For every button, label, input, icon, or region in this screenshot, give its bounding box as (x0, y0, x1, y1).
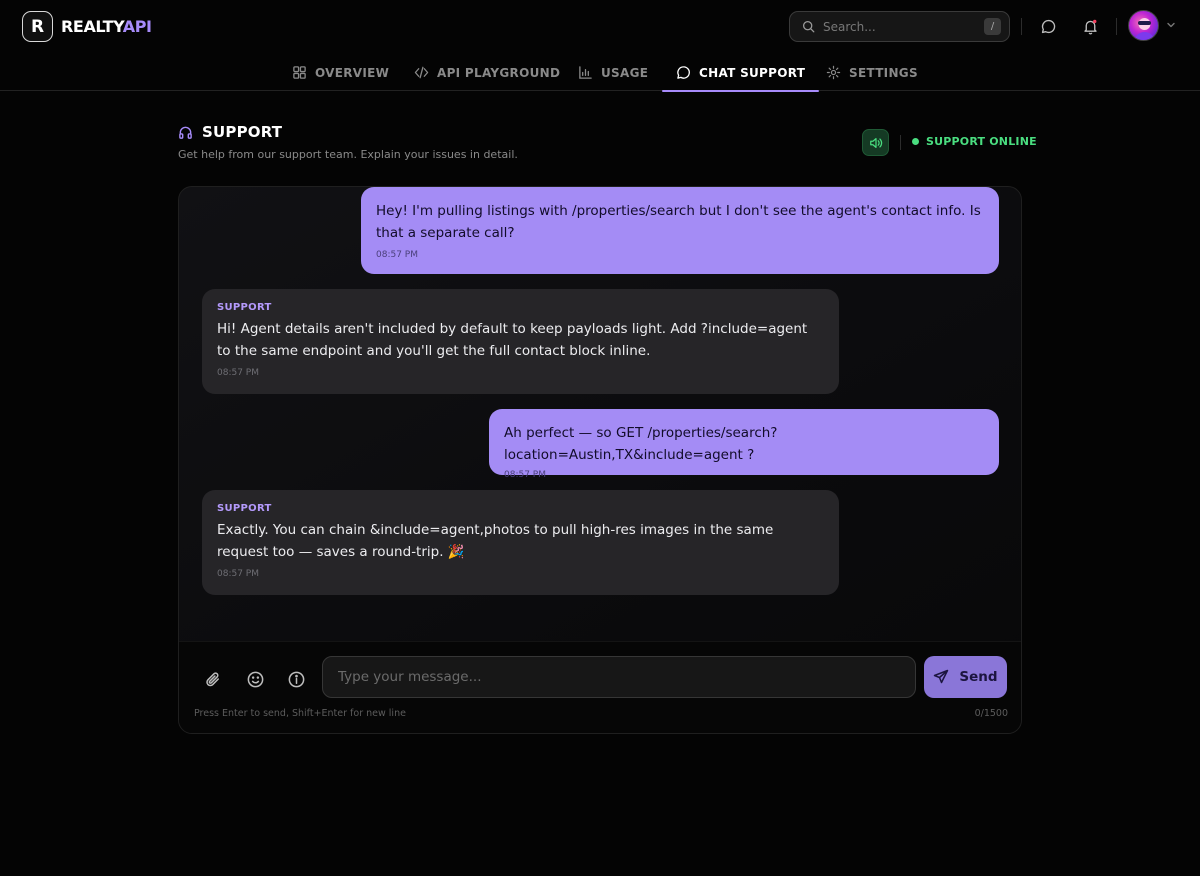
tab-settings[interactable]: SETTINGS (826, 54, 918, 91)
tab-api-playground[interactable]: API PLAYGROUND (414, 54, 560, 91)
support-status: SUPPORT ONLINE (912, 135, 1037, 148)
search-box[interactable]: / (789, 11, 1010, 42)
headphones-icon (179, 126, 192, 139)
support-message: SUPPORT Hi! Agent details aren't include… (202, 289, 839, 394)
info-icon (288, 671, 304, 687)
notifications-button[interactable] (1080, 16, 1100, 36)
chevron-down-icon[interactable] (1166, 20, 1176, 30)
message-time: 08:57 PM (376, 250, 418, 260)
paperclip-icon (205, 671, 219, 686)
tab-label: API PLAYGROUND (437, 65, 561, 80)
message-time: 08:57 PM (217, 368, 259, 378)
support-message: SUPPORT Exactly. You can chain &include=… (202, 490, 839, 595)
tab-label: OVERVIEW (315, 65, 390, 80)
page-title: SUPPORT (202, 123, 283, 141)
bell-icon (1083, 19, 1097, 34)
send-label: Send (959, 669, 998, 685)
tab-label: USAGE (601, 65, 649, 80)
attach-button[interactable] (202, 668, 224, 690)
brand-name-accent: API (122, 17, 152, 36)
user-message: Ah perfect — so GET /properties/search?l… (489, 409, 999, 480)
message-list[interactable]: Hey! I'm pulling listings with /properti… (179, 187, 1021, 641)
search-input[interactable] (823, 19, 984, 34)
chat-bubble-icon (677, 66, 690, 79)
main-tabs: OVERVIEW API PLAYGROUND USAGE CHAT SUPPO… (0, 54, 1200, 92)
tab-overview[interactable]: OVERVIEW (292, 54, 389, 91)
header-divider (1116, 18, 1117, 35)
message-text: Exactly. You can chain &include=agent,ph… (217, 522, 774, 560)
message-time: 08:57 PM (217, 569, 259, 579)
search-shortcut-key: / (984, 18, 1001, 35)
tab-label: SETTINGS (849, 65, 918, 80)
message-text: Ah perfect — so GET /properties/search?l… (504, 425, 778, 463)
gear-icon (826, 65, 841, 80)
search-icon (802, 20, 815, 33)
smiley-icon (247, 671, 263, 687)
message-composer: Send Press Enter to send, Shift+Enter fo… (179, 641, 1021, 733)
sound-toggle-button[interactable] (862, 129, 889, 156)
character-counter: 0/1500 (974, 708, 1008, 719)
brand-logo[interactable]: R REALTYAPI (22, 11, 152, 42)
avatar-image-icon (1134, 18, 1155, 40)
chat-panel: Hey! I'm pulling listings with /properti… (178, 186, 1022, 734)
code-icon (414, 66, 429, 79)
keyboard-hint: Press Enter to send, Shift+Enter for new… (194, 708, 406, 719)
message-text: Hi! Agent details aren't included by def… (217, 321, 808, 359)
status-divider (900, 135, 901, 150)
bar-chart-icon (579, 66, 592, 79)
emoji-button[interactable] (244, 668, 266, 690)
messages-button[interactable] (1038, 16, 1058, 36)
user-message: Hey! I'm pulling listings with /properti… (361, 187, 999, 274)
tab-usage[interactable]: USAGE (578, 54, 648, 91)
page-subtitle: Get help from our support team. Explain … (178, 148, 518, 161)
header-divider (1021, 18, 1022, 35)
message-sender: SUPPORT (217, 302, 272, 313)
online-dot (912, 138, 919, 145)
speaker-icon (869, 137, 882, 148)
brand-name-main: REALTY (61, 17, 123, 36)
grid-icon (293, 66, 306, 79)
message-icon (1041, 19, 1055, 33)
send-button[interactable]: Send (924, 656, 1007, 698)
message-time: 08:57 PM (504, 470, 546, 480)
info-button[interactable] (285, 668, 307, 690)
top-bar: R REALTYAPI / (0, 0, 1200, 54)
brand-name: REALTYAPI (61, 17, 152, 36)
user-avatar[interactable] (1128, 10, 1159, 41)
message-sender: SUPPORT (217, 503, 272, 514)
logo-mark: R (22, 11, 53, 42)
support-heading: SUPPORT (178, 123, 282, 141)
message-input[interactable] (322, 656, 916, 698)
status-label: SUPPORT ONLINE (926, 135, 1037, 148)
message-text: Hey! I'm pulling listings with /properti… (376, 203, 981, 241)
tab-chat-support[interactable]: CHAT SUPPORT (661, 54, 820, 92)
tab-label: CHAT SUPPORT (699, 65, 806, 80)
send-icon (934, 669, 949, 684)
